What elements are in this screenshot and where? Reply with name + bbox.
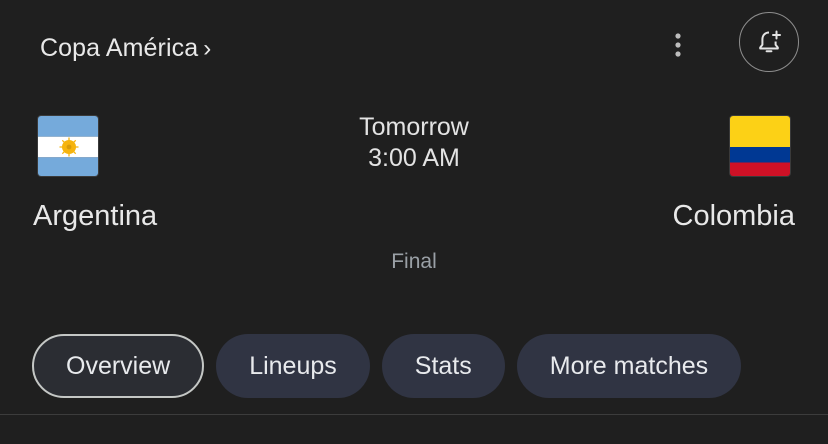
match-card: Copa América › Tomorrow 3:00 AM Argentin… [0, 0, 828, 444]
competition-name: Copa América [40, 34, 199, 62]
colombia-flag-icon [729, 115, 791, 177]
match-time: 3:00 AM [368, 144, 460, 172]
divider [0, 414, 828, 415]
tab-lineups[interactable]: Lineups [216, 334, 370, 398]
away-team-name[interactable]: Colombia [673, 200, 796, 233]
competition-link[interactable]: Copa América › [40, 34, 211, 63]
follow-notification-button[interactable] [739, 12, 799, 72]
argentina-flag-icon [37, 115, 99, 177]
match-stage: Final [391, 250, 437, 273]
tab-overview[interactable]: Overview [32, 334, 205, 398]
tab-stats[interactable]: Stats [381, 334, 505, 398]
match-day: Tomorrow [359, 113, 469, 141]
chevron-right-icon: › [203, 34, 212, 62]
more-vert-icon [675, 33, 681, 57]
home-team-name[interactable]: Argentina [33, 200, 157, 233]
tab-more-matches[interactable]: More matches [516, 334, 742, 398]
more-options-button[interactable] [662, 26, 694, 64]
tab-bar: Overview Lineups Stats More matches [32, 334, 742, 398]
notification-add-icon [759, 30, 781, 53]
